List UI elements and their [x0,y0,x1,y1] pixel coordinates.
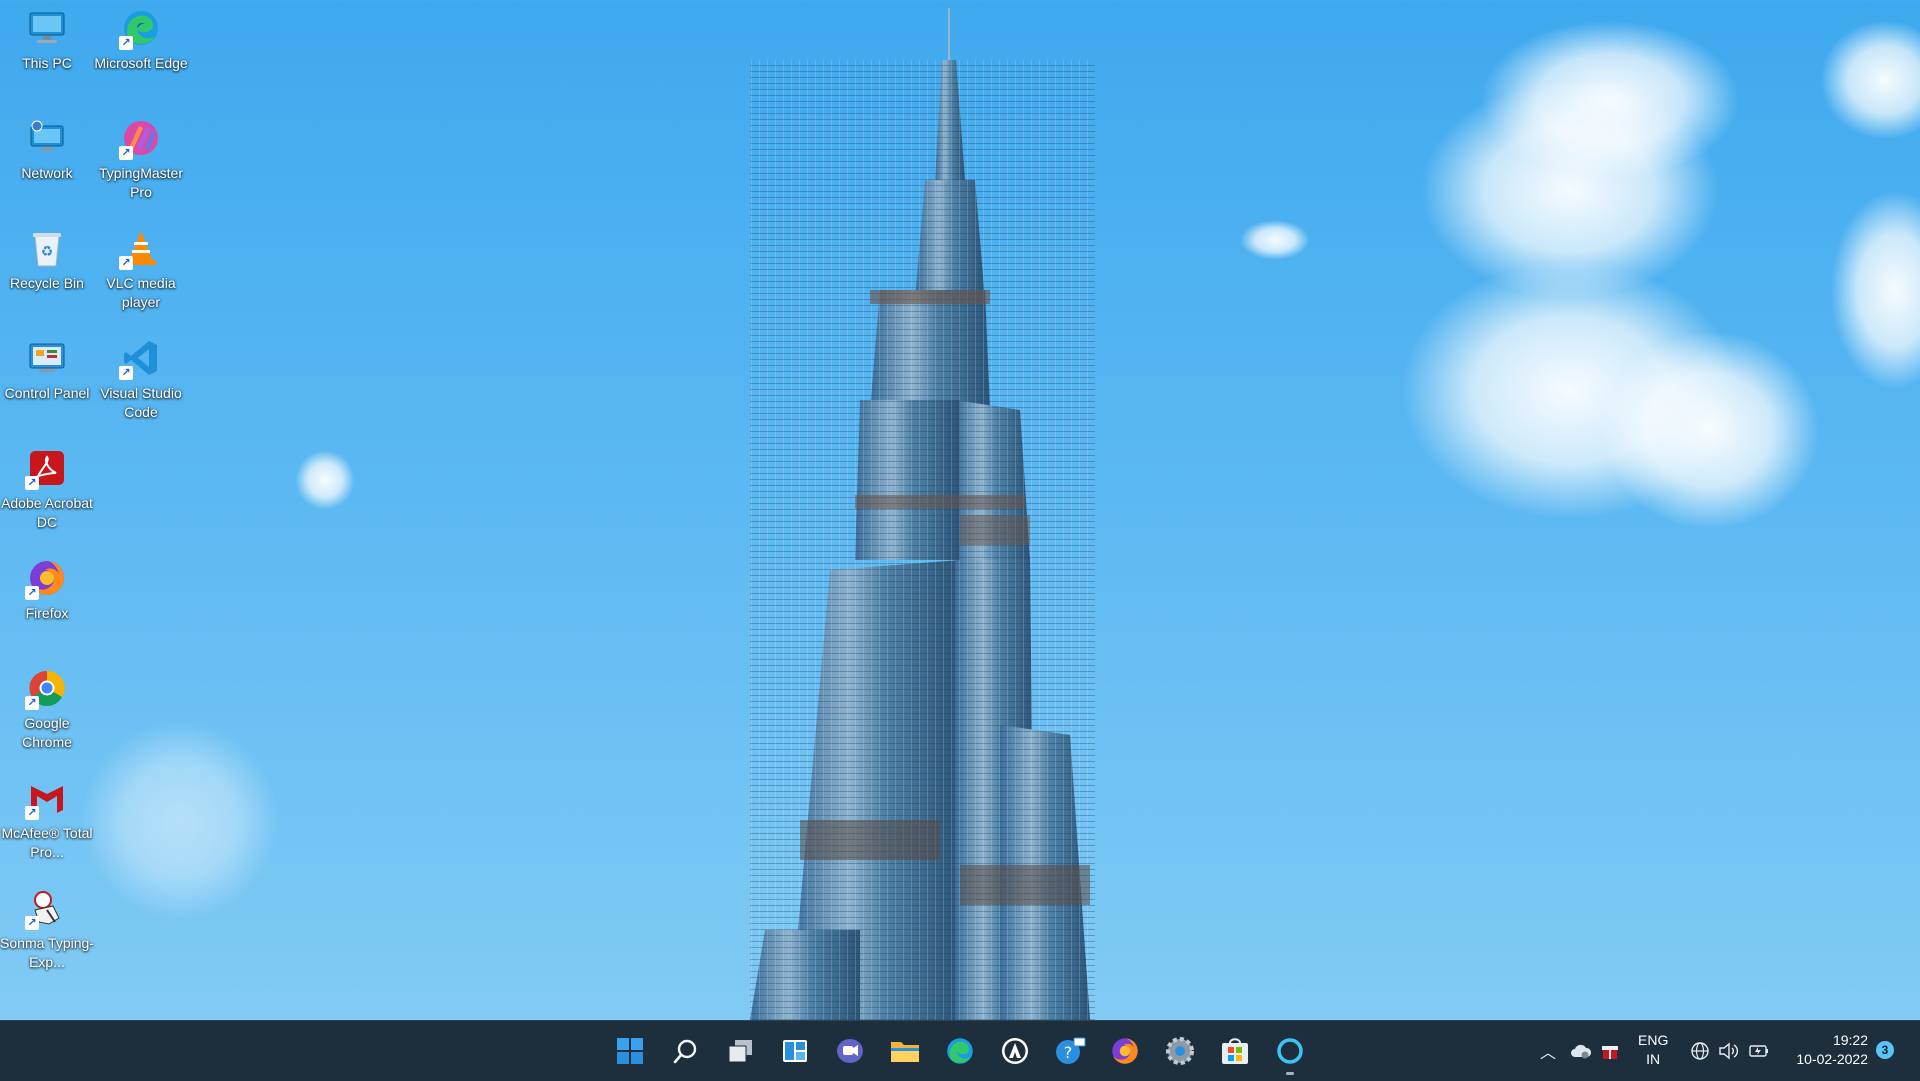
show-hidden-icons-button[interactable]: ︿ [1540,1021,1556,1081]
keyboard-region: IN [1646,1051,1661,1067]
gift-icon [1602,1046,1618,1059]
desktop-icon-label: Visual Studio Code [100,385,182,420]
shortcut-arrow-icon: ↗ [119,146,133,160]
folder-icon [891,1042,919,1062]
desktop-icon-vlc[interactable]: ↗ VLC media player [94,226,188,312]
speaker-icon [1719,1042,1739,1060]
desktop-icon-label: Adobe Acrobat DC [1,495,93,530]
store-icon [1222,1038,1248,1064]
vscode-icon: ↗ [119,336,163,380]
file-explorer-button[interactable] [885,1031,925,1071]
desktop-icon-mcafee[interactable]: ↗ McAfee® Total Pro... [0,776,94,862]
desktop-icon-label: This PC [22,55,72,71]
shortcut-arrow-icon: ↗ [25,806,39,820]
shortcut-arrow-icon: ↗ [119,366,133,380]
desktop-icon-this-pc[interactable]: This PC [0,6,94,73]
network-tray-button[interactable] [1690,1021,1710,1081]
svg-text:?: ? [1064,1043,1073,1062]
shield-app-icon [1002,1038,1028,1064]
shortcut-arrow-icon: ↗ [25,916,39,930]
desktop-icon-label: Control Panel [4,385,90,401]
desktop-icon-label: Google Chrome [22,715,72,750]
firefox-icon [1112,1038,1138,1064]
onedrive-tray-button[interactable] [1570,1021,1592,1081]
desktop-icon-sonma-typing[interactable]: ↗ Sonma Typing-Exp... [0,886,94,972]
desktop-icon-label: McAfee® Total Pro... [1,825,93,860]
shortcut-arrow-icon: ↗ [25,696,39,710]
cortana-button[interactable] [1270,1031,1310,1075]
control-panel-icon [25,336,69,380]
battery-charging-icon [1749,1045,1768,1057]
task-view-button[interactable] [720,1031,760,1071]
desktop-icon-recycle-bin[interactable]: ♻ Recycle Bin [0,226,94,293]
shortcut-arrow-icon: ↗ [119,256,133,270]
clock-time: 19:22 [1832,1032,1868,1048]
search-icon [673,1039,697,1064]
chrome-icon: ↗ [25,666,69,710]
cloud-sync-icon [1571,1044,1592,1059]
recycle-bin-icon: ♻ [25,226,69,270]
desktop-icon-label: Sonma Typing-Exp... [0,935,94,970]
desktop-icon-control-panel[interactable]: Control Panel [0,336,94,403]
acrobat-icon: ↗ [25,446,69,490]
mcafee-icon: ↗ [25,776,69,820]
mail-app-button[interactable]: ? [1050,1031,1090,1071]
widgets-icon [783,1040,807,1062]
desktop-icon-firefox[interactable]: ↗ Firefox [0,556,94,623]
typingmaster-icon: ↗ [119,116,163,160]
edge-icon [947,1038,973,1064]
start-button[interactable] [610,1031,650,1071]
firefox-icon: ↗ [25,556,69,600]
windows-logo-icon [617,1038,643,1064]
clock-date: 10-02-2022 [1796,1051,1868,1067]
sonma-icon: ↗ [25,886,69,930]
battery-tray-button[interactable] [1748,1021,1770,1081]
firefox-button[interactable] [1105,1031,1145,1071]
mail-icon: ? [1056,1037,1086,1064]
taskbar: ? ︿ ENG IN 19:22 10-02-2022 [0,1020,1920,1081]
store-button[interactable] [1215,1031,1255,1071]
gift-tray-button[interactable] [1600,1021,1620,1081]
volume-tray-button[interactable] [1718,1021,1740,1081]
desktop-icon-google-chrome[interactable]: ↗ Google Chrome [0,666,94,752]
globe-icon [1691,1042,1709,1060]
vlc-icon: ↗ [119,226,163,270]
desktop-icon-label: Recycle Bin [10,275,84,291]
desktop-icon-vscode[interactable]: ↗ Visual Studio Code [94,336,188,422]
task-view-icon [728,1040,752,1063]
pinned-app-button[interactable] [995,1031,1035,1071]
teams-chat-icon [837,1039,863,1063]
edge-button[interactable] [940,1031,980,1071]
widgets-button[interactable] [775,1031,815,1071]
desktop-icon-label: VLC media player [106,275,176,310]
clock[interactable]: 19:22 10-02-2022 [1796,1031,1868,1069]
tower-body [750,8,1095,1020]
shortcut-arrow-icon: ↗ [25,476,39,490]
desktop-icon-label: Firefox [25,605,69,621]
shortcut-arrow-icon: ↗ [119,36,133,50]
svg-text:♻: ♻ [41,244,54,260]
desktop-icon-network[interactable]: Network [0,116,94,183]
desktop-icon-label: Microsoft Edge [94,55,188,71]
language-code: ENG [1638,1032,1669,1048]
shortcut-arrow-icon: ↗ [25,586,39,600]
language-indicator[interactable]: ENG IN [1638,1031,1668,1069]
network-icon [25,116,69,160]
gear-icon [1166,1037,1194,1065]
settings-button[interactable] [1160,1031,1200,1071]
desktop-icon-label: Network [21,165,73,181]
skyscraper-wallpaper [750,8,1095,1020]
notification-badge[interactable]: 3 [1876,1041,1894,1059]
chevron-up-icon: ︿ [1540,1045,1557,1062]
desktop-icon-typingmaster[interactable]: ↗ TypingMaster Pro [94,116,188,202]
edge-icon: ↗ [119,6,163,50]
computer-icon [25,6,69,50]
chat-button[interactable] [830,1031,870,1071]
desktop-icon-microsoft-edge[interactable]: ↗ Microsoft Edge [94,6,188,73]
desktop-icon-label: TypingMaster Pro [98,165,184,200]
cortana-icon [1277,1038,1303,1064]
search-button[interactable] [666,1031,706,1071]
desktop [0,0,1920,1020]
desktop-icon-adobe-acrobat[interactable]: ↗ Adobe Acrobat DC [0,446,94,532]
